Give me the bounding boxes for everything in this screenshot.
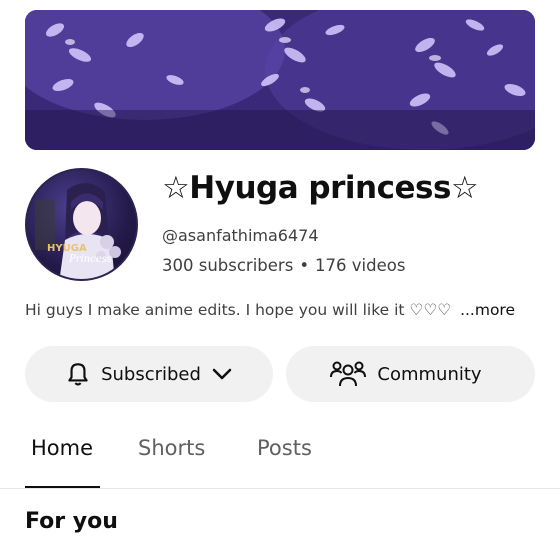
avatar-text-line1: HYUGA bbox=[47, 243, 87, 254]
more-link[interactable]: ...more bbox=[460, 301, 515, 319]
channel-handle: @asanfathima6474 bbox=[162, 226, 319, 245]
description-text: Hi guys I make anime edits. I hope you w… bbox=[25, 301, 452, 319]
tab-home[interactable]: Home bbox=[31, 436, 93, 460]
community-button[interactable]: Community bbox=[286, 346, 535, 402]
subscribed-button[interactable]: Subscribed bbox=[25, 346, 273, 402]
chevron-down-icon bbox=[211, 367, 233, 381]
channel-name: ☆Hyuga princess☆ bbox=[162, 170, 479, 206]
tabs-divider bbox=[0, 488, 560, 489]
section-title: For you bbox=[25, 509, 118, 534]
channel-stats: 300 subscribers • 176 videos bbox=[162, 256, 405, 275]
wisteria-banner-art bbox=[25, 10, 535, 150]
channel-banner bbox=[25, 10, 535, 150]
avatar-art: HYUGA Princess bbox=[35, 182, 121, 279]
subscriber-count: 300 subscribers bbox=[162, 256, 294, 275]
subscribed-label: Subscribed bbox=[101, 363, 201, 385]
bell-icon bbox=[65, 360, 91, 388]
people-icon bbox=[329, 359, 367, 389]
video-count: 176 videos bbox=[315, 256, 406, 275]
channel-avatar[interactable]: HYUGA Princess bbox=[25, 168, 138, 281]
channel-description[interactable]: Hi guys I make anime edits. I hope you w… bbox=[25, 301, 515, 319]
stats-separator: • bbox=[299, 256, 310, 275]
tab-shorts[interactable]: Shorts bbox=[138, 436, 205, 460]
tab-posts[interactable]: Posts bbox=[257, 436, 312, 460]
channel-tabs: Home Shorts Posts bbox=[0, 430, 560, 490]
community-label: Community bbox=[377, 363, 482, 385]
avatar-text-line2: Princess bbox=[68, 254, 112, 265]
